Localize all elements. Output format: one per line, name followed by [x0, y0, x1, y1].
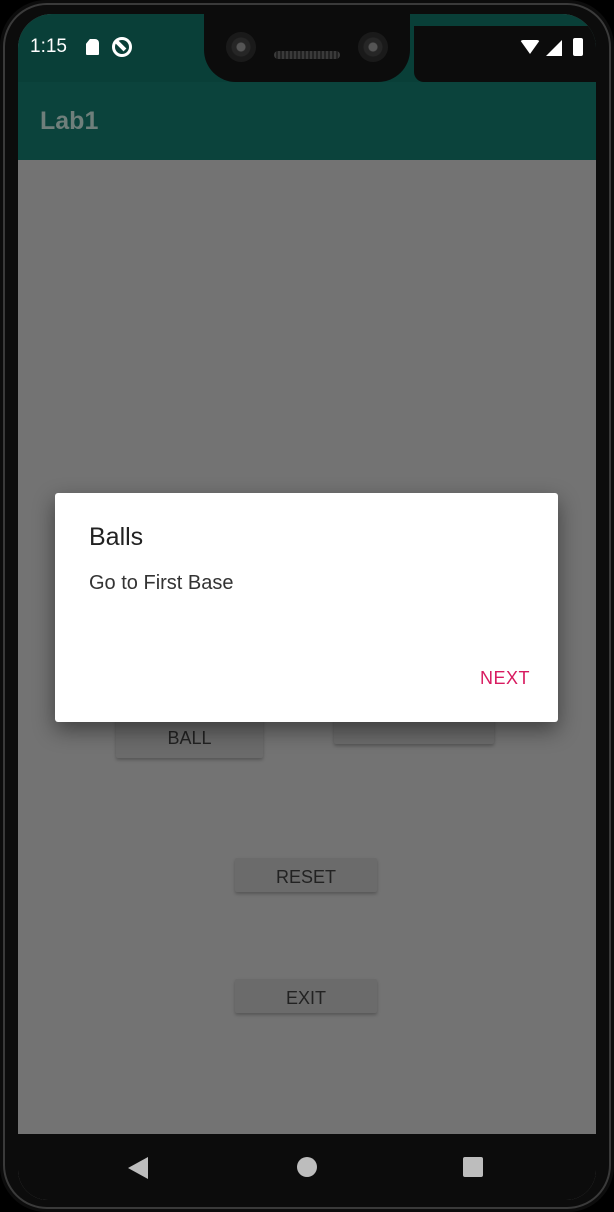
reset-button[interactable]: RESET	[235, 858, 377, 892]
recents-icon[interactable]	[463, 1157, 483, 1177]
sd-card-icon	[86, 39, 99, 55]
earpiece-speaker	[274, 51, 340, 59]
app-title: Lab1	[40, 107, 99, 135]
wifi-icon	[520, 40, 540, 54]
status-bar-dark-region	[414, 26, 596, 82]
front-camera-icon	[226, 32, 256, 62]
alert-dialog: Balls Go to First Base NEXT	[55, 493, 558, 722]
exit-button[interactable]: EXIT	[235, 979, 377, 1013]
display-notch	[204, 14, 410, 82]
dialog-title: Balls	[89, 523, 144, 551]
sync-icon	[112, 37, 132, 57]
home-icon[interactable]	[297, 1157, 317, 1177]
back-icon[interactable]	[128, 1157, 148, 1179]
front-sensor-icon	[358, 32, 388, 62]
screen: 1:15 Lab1 BALL RESET EXIT Balls Go to Fi…	[18, 14, 596, 1200]
dialog-message: Go to First Base	[89, 572, 234, 594]
phone-frame: 1:15 Lab1 BALL RESET EXIT Balls Go to Fi…	[0, 0, 614, 1212]
next-button[interactable]: NEXT	[480, 668, 530, 689]
app-bar: Lab1	[18, 82, 596, 160]
status-time: 1:15	[30, 36, 67, 57]
navigation-bar	[18, 1134, 596, 1200]
battery-icon	[573, 38, 583, 56]
